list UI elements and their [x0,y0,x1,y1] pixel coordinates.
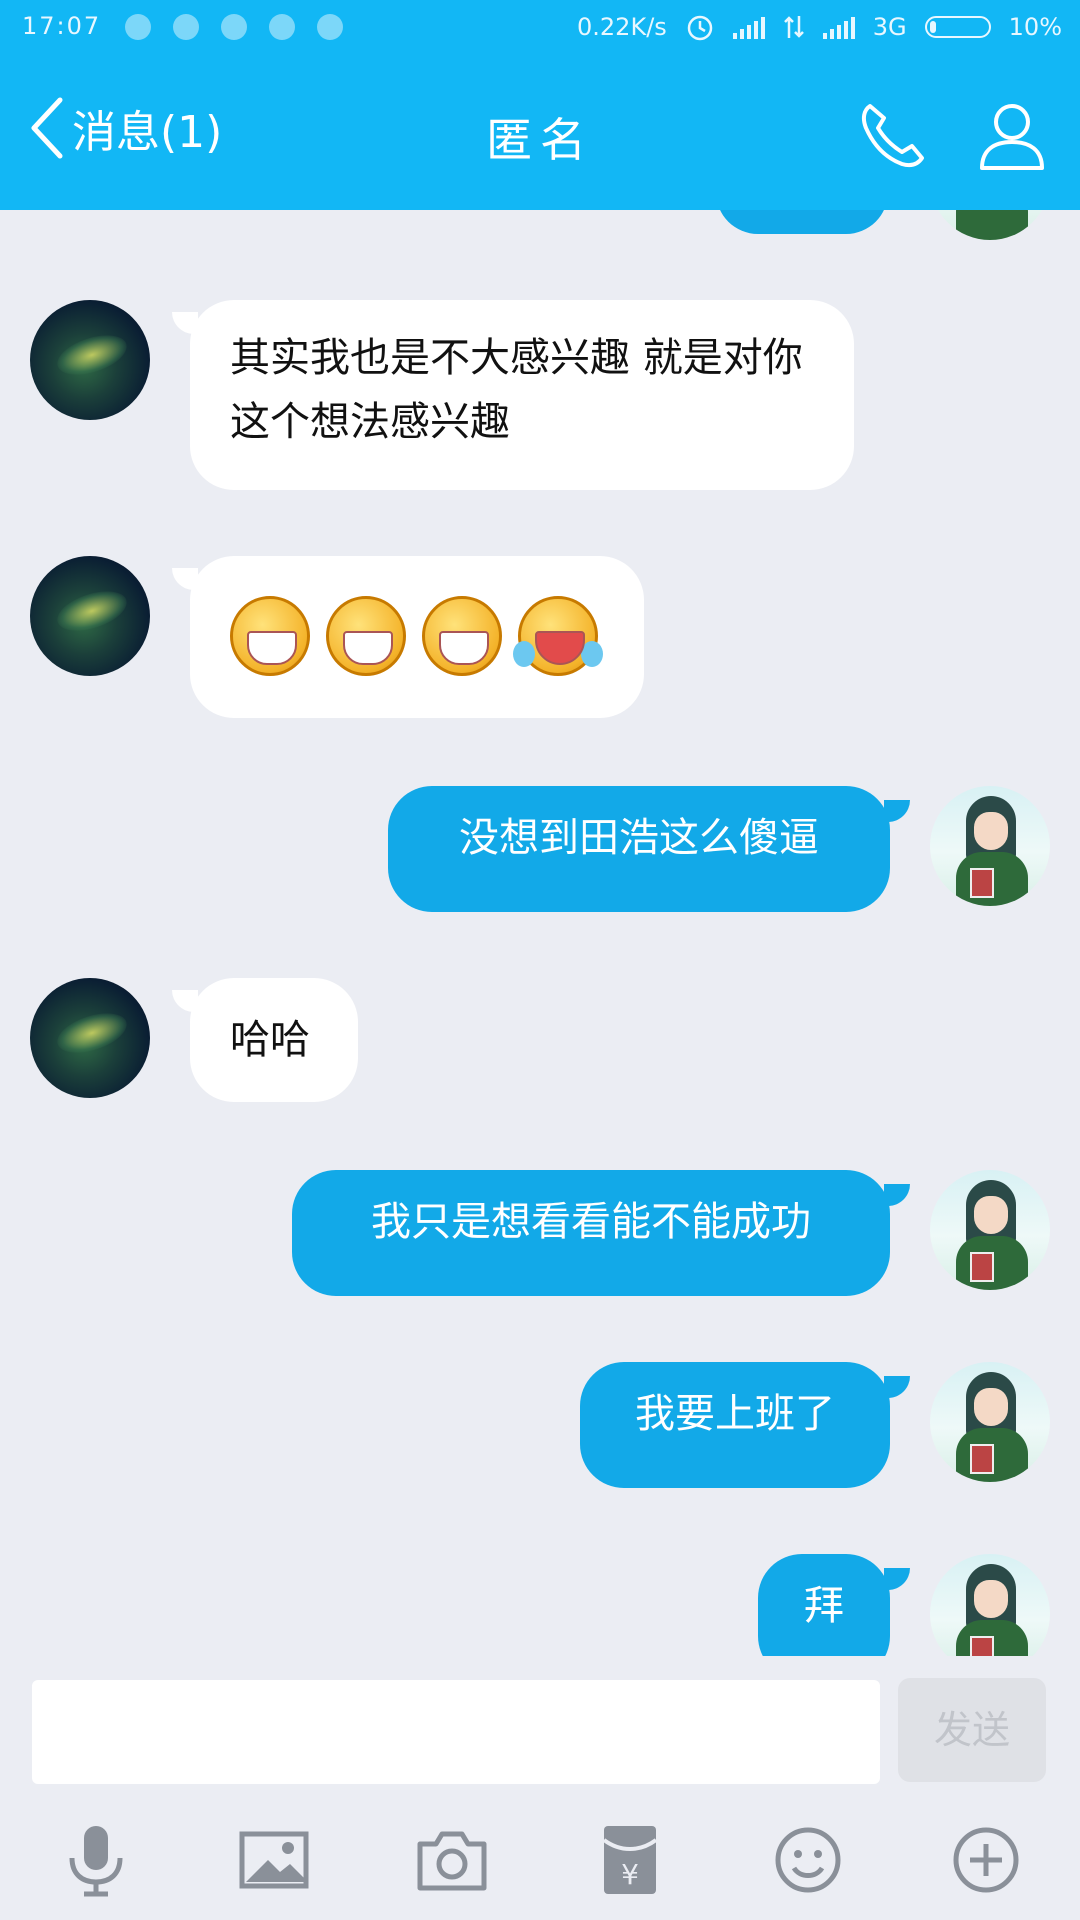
my-avatar[interactable] [930,1362,1050,1482]
notification-icon [317,14,343,40]
message-bubble[interactable]: 哈哈 [190,978,358,1102]
svg-text:¥: ¥ [621,1858,639,1891]
battery-level: 10% [1008,13,1062,41]
plus-icon[interactable] [946,1820,1026,1900]
contact-avatar[interactable] [30,300,150,420]
bubble-tail [884,1184,910,1206]
notification-icon [269,14,295,40]
chat-area[interactable]: 其实我也是不大感兴趣 就是对你这个想法感兴趣 没想到田浩这么傻逼 哈哈 我只是想… [0,210,1080,1656]
message-bubble[interactable]: 没想到田浩这么傻逼 [388,786,890,912]
camera-icon[interactable] [412,1820,492,1900]
status-time: 17:07 [22,12,102,40]
message-bubble[interactable]: 拜 [758,1554,890,1656]
microphone-icon[interactable] [56,1820,136,1900]
signal-icon [732,15,765,39]
bubble-tail [884,800,910,822]
my-avatar[interactable] [930,1170,1050,1290]
battery-icon [924,16,991,38]
emoji-icon[interactable] [768,1820,848,1900]
my-avatar[interactable] [930,210,1050,240]
notification-icon [173,14,199,40]
chat-header: 消息(1) 匿名 [0,56,1080,210]
data-transfer-icon [783,16,804,38]
net-speed: 0.22K/s [577,13,667,41]
contact-avatar[interactable] [30,978,150,1098]
notification-icons [125,14,343,40]
my-avatar[interactable] [930,786,1050,906]
grin-emoji-icon [230,596,310,676]
tears-of-joy-emoji-icon [513,596,603,676]
message-bubble[interactable] [716,210,888,234]
message-bubble[interactable]: 我要上班了 [580,1362,890,1488]
send-button[interactable]: 发送 [898,1678,1046,1782]
notification-icon [125,14,151,40]
signal-icon [822,15,855,39]
image-icon[interactable] [234,1820,314,1900]
my-avatar[interactable] [930,1554,1050,1656]
red-packet-icon[interactable]: ¥ [590,1820,670,1900]
message-input[interactable] [32,1680,880,1784]
bubble-tail [884,1568,910,1590]
profile-icon[interactable] [976,98,1048,172]
alarm-icon [687,15,713,41]
status-bar: 17:07 0.22K/s 3G 10% [0,0,1080,56]
bubble-tail [884,1376,910,1398]
message-bubble[interactable]: 我只是想看看能不能成功 [292,1170,890,1296]
network-type: 3G [872,13,907,41]
message-bubble[interactable] [190,556,644,718]
composer-bar: 发送 [0,1656,1080,1796]
notification-icon [221,14,247,40]
message-bubble[interactable]: 其实我也是不大感兴趣 就是对你这个想法感兴趣 [190,300,854,490]
grin-emoji-icon [326,596,406,676]
contact-avatar[interactable] [30,556,150,676]
grin-emoji-icon [422,596,502,676]
input-toolbar: ¥ [0,1796,1080,1920]
phone-icon[interactable] [856,98,930,172]
